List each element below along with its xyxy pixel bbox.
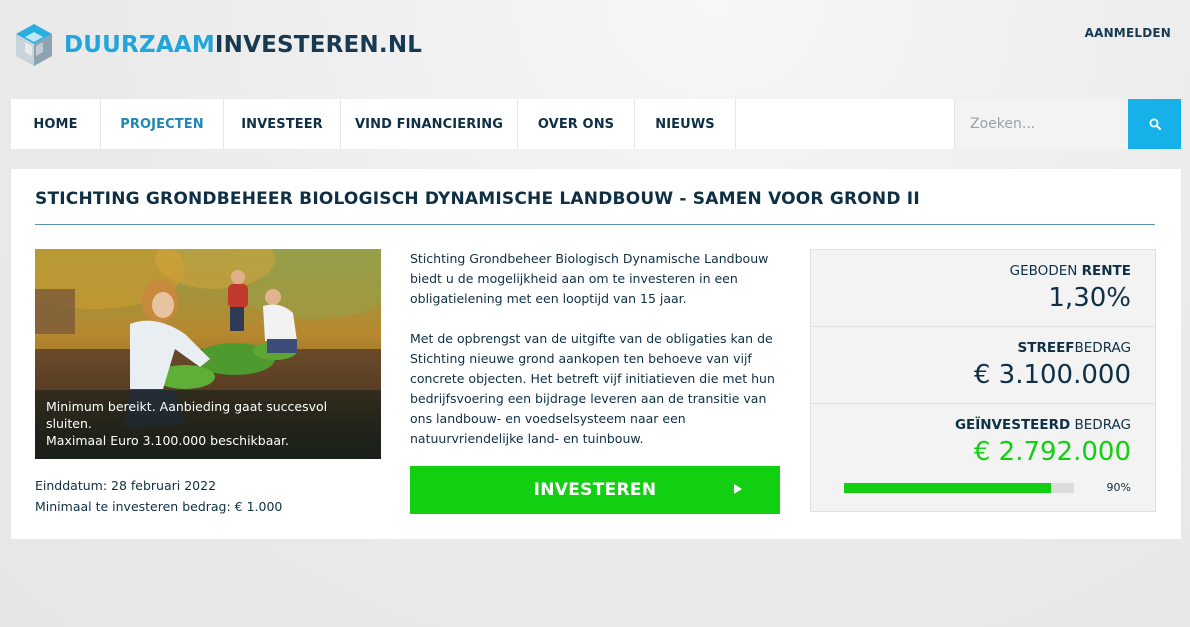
stat-target: STREEFBEDRAG € 3.100.000 — [811, 340, 1155, 390]
stats-panel: GEBODEN RENTE 1,30% STREEFBEDRAG € 3.100… — [810, 249, 1156, 512]
stat-rate: GEBODEN RENTE 1,30% — [811, 263, 1155, 313]
end-date: Einddatum: 28 februari 2022 — [35, 478, 217, 493]
progress-fill — [844, 483, 1051, 493]
rate-label: GEBODEN RENTE — [1009, 263, 1131, 279]
project-image[interactable]: Minimum bereikt. Aanbieding gaat succesv… — [35, 249, 381, 459]
image-caption-line1: Minimum bereikt. Aanbieding gaat succesv… — [46, 399, 328, 431]
description-paragraph-2: Met de opbrengst van de uitgifte van de … — [410, 331, 775, 446]
search-icon — [1149, 118, 1161, 130]
nav-nieuws[interactable]: NIEUWS — [635, 99, 736, 149]
progress-bar — [844, 483, 1074, 493]
logo-cube-icon — [16, 24, 52, 66]
description-paragraph-1: Stichting Grondbeheer Biologisch Dynamis… — [410, 251, 769, 306]
stats-divider — [811, 326, 1155, 327]
stats-divider — [811, 403, 1155, 404]
target-label: STREEFBEDRAG — [1017, 340, 1131, 356]
min-amount: Minimaal te investeren bedrag: € 1.000 — [35, 499, 283, 514]
project-description: Stichting Grondbeheer Biologisch Dynamis… — [410, 249, 782, 469]
stat-invested: GEÏNVESTEERD BEDRAG € 2.792.000 — [811, 417, 1155, 467]
project-card: STICHTING GRONDBEHEER BIOLOGISCH DYNAMIS… — [11, 169, 1181, 539]
invest-button-label: INVESTEREN — [533, 480, 657, 500]
site-logo[interactable]: DUURZAAMINVESTEREN.NL — [14, 21, 422, 69]
rate-value: 1,30% — [1048, 283, 1131, 313]
logo-text: DUURZAAMINVESTEREN.NL — [64, 32, 423, 58]
invested-value: € 2.792.000 — [973, 437, 1131, 467]
nav-vind-financiering[interactable]: VIND FINANCIERING — [341, 99, 518, 149]
title-divider — [35, 224, 1155, 225]
search-input[interactable]: Zoeken... — [954, 99, 1128, 149]
nav-projecten[interactable]: PROJECTEN — [101, 99, 224, 149]
nav-home[interactable]: HOME — [11, 99, 101, 149]
search-button[interactable] — [1128, 99, 1181, 149]
progress-percentage: 90% — [1106, 481, 1131, 494]
play-arrow-icon — [734, 484, 742, 494]
project-title: STICHTING GRONDBEHEER BIOLOGISCH DYNAMIS… — [35, 189, 920, 209]
target-value: € 3.100.000 — [973, 360, 1131, 390]
nav-over-ons[interactable]: OVER ONS — [518, 99, 635, 149]
invest-button[interactable]: INVESTEREN — [410, 466, 780, 514]
main-nav: HOME PROJECTEN INVESTEER VIND FINANCIERI… — [11, 99, 1181, 149]
image-caption-line2: Maximaal Euro 3.100.000 beschikbaar. — [46, 433, 290, 448]
image-caption: Minimum bereikt. Aanbieding gaat succesv… — [35, 390, 381, 459]
nav-investeer[interactable]: INVESTEER — [224, 99, 341, 149]
invested-label: GEÏNVESTEERD BEDRAG — [954, 417, 1131, 433]
login-link[interactable]: AANMELDEN — [1085, 26, 1171, 40]
project-meta: Einddatum: 28 februari 2022 Minimaal te … — [35, 475, 282, 517]
